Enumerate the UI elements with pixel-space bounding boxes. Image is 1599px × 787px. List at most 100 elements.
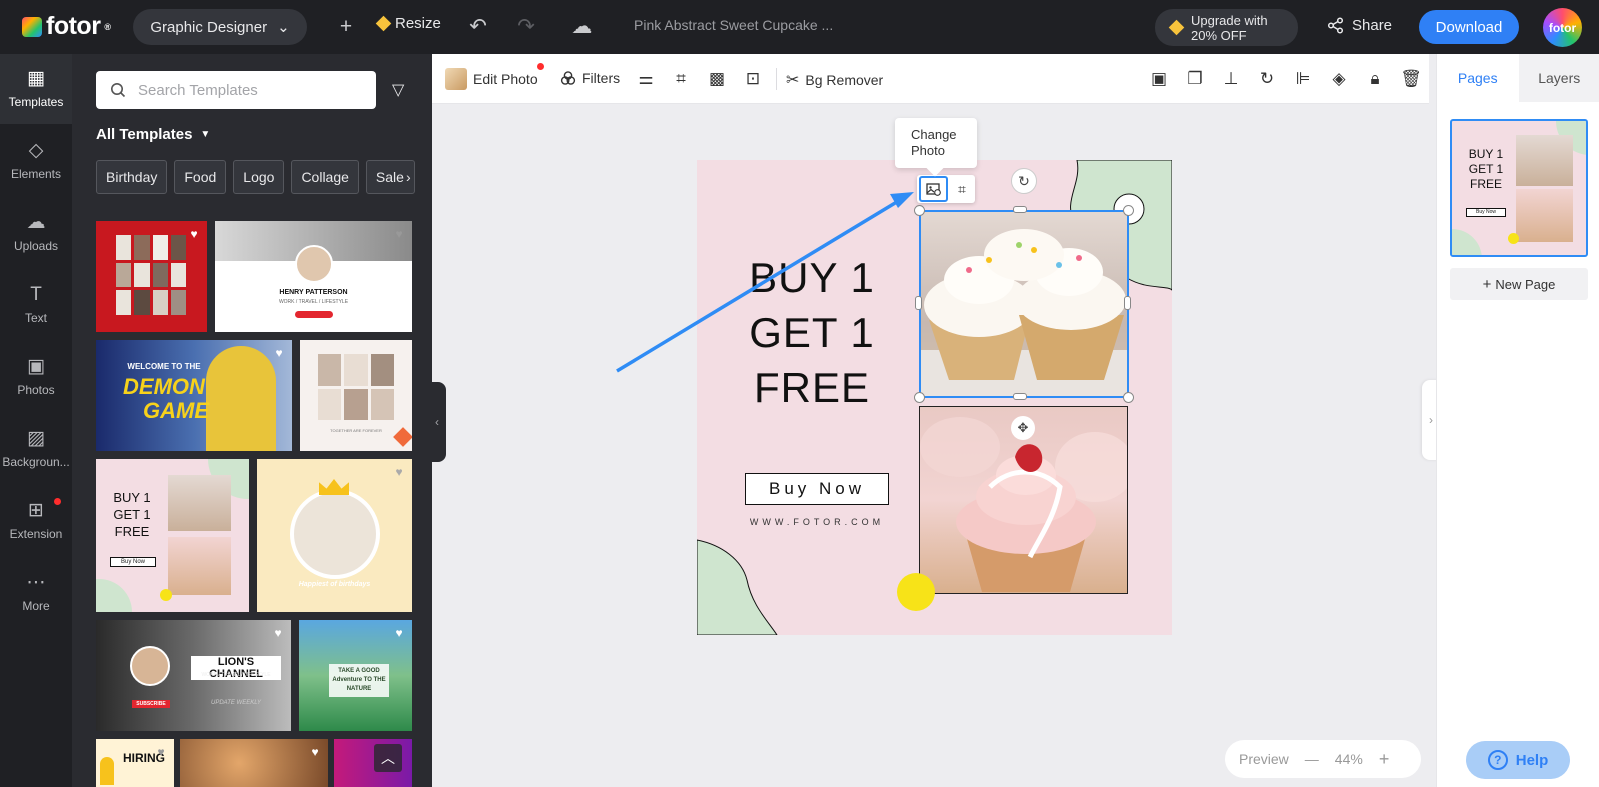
resize-handle-top-right[interactable] — [1123, 205, 1134, 216]
zoom-out-button[interactable]: — — [1305, 751, 1319, 767]
preview-button[interactable]: Preview — [1239, 751, 1289, 767]
redo-icon[interactable]: ↷ — [513, 14, 539, 40]
headline-line-3: FREE — [753, 364, 870, 411]
all-templates-dropdown[interactable]: All Templates ▼ — [96, 126, 210, 143]
template-thumb-bokeh[interactable]: ♥ — [180, 739, 328, 787]
template-thumb-demon-game[interactable]: WELCOME TO THE DEMON GAME ♥ — [96, 340, 292, 451]
diamond-icon — [375, 15, 392, 32]
upgrade-button[interactable]: Upgrade with 20% OFF — [1155, 9, 1298, 46]
designer-dropdown[interactable]: Graphic Designer ⌄ — [133, 9, 307, 45]
resize-handle-bottom[interactable] — [1013, 393, 1027, 400]
search-box[interactable]: Search Templates — [96, 71, 376, 109]
collapse-panel-button[interactable]: ‹ — [428, 382, 446, 462]
tooltip-line-1: Change — [911, 127, 957, 142]
duplicate-icon[interactable]: ❐ — [1184, 69, 1206, 89]
rail-item-elements[interactable]: ◇ Elements — [0, 126, 72, 196]
cloud-upload-icon[interactable]: ☁ — [569, 14, 595, 40]
resize-handle-top-left[interactable] — [914, 205, 925, 216]
adjust-icon[interactable]: ⚌ — [635, 69, 657, 89]
template-thumb-collage-red[interactable]: ♥ — [96, 221, 207, 332]
yellow-circle-shape[interactable] — [897, 573, 935, 611]
transparency-icon[interactable]: ▩ — [706, 69, 728, 89]
zoom-in-button[interactable]: + — [1379, 749, 1390, 770]
favorite-icon[interactable]: ♥ — [270, 625, 286, 641]
filters-button[interactable]: Filters — [560, 70, 620, 86]
share-button[interactable]: Share — [1327, 17, 1392, 34]
favorite-icon[interactable]: ♥ — [391, 625, 407, 641]
edit-photo-button[interactable]: Edit Photo — [445, 68, 538, 90]
template-thumb-nature[interactable]: TAKE A GOOD Adventure TO THE NATURE ♥ — [299, 620, 412, 731]
template-thumb-henry[interactable]: HENRY PATTERSON WORK / TRAVEL / LIFESTYL… — [215, 221, 412, 332]
rail-item-background[interactable]: ▨ Backgroun... — [0, 414, 72, 484]
chip-collage[interactable]: Collage — [291, 160, 359, 194]
scroll-top-button[interactable]: ︿ — [374, 744, 402, 772]
chip-logo[interactable]: Logo — [233, 160, 285, 194]
favorite-icon[interactable]: ♥ — [271, 345, 287, 361]
layers-icon[interactable]: ◈ — [1328, 69, 1350, 89]
rotate-handle-icon[interactable]: ↻ — [1011, 168, 1037, 194]
rail-item-more[interactable]: ⋯ More — [0, 558, 72, 628]
document-title[interactable]: Pink Abstract Sweet Cupcake ... — [634, 17, 833, 33]
rotate-icon[interactable]: ↻ — [1256, 69, 1278, 89]
caret-down-icon: ▼ — [200, 129, 211, 140]
rail-item-templates[interactable]: ▦ Templates — [0, 54, 72, 124]
headline-text[interactable]: BUY 1 GET 1 FREE — [737, 250, 887, 415]
bg-remover-button[interactable]: ✂ Bg Remover — [786, 70, 883, 90]
tab-layers[interactable]: Layers — [1518, 54, 1599, 102]
align-icon[interactable]: ⊫ — [1292, 69, 1314, 89]
thumb-photo-2 — [1516, 189, 1573, 242]
add-icon[interactable]: + — [333, 14, 359, 40]
template-thumb-cupcake[interactable]: BUY 1 GET 1 FREE Buy Now — [96, 459, 249, 612]
stamp-icon[interactable]: ⊥ — [1220, 69, 1242, 89]
template-thumb-lions-channel[interactable]: LION'S CHANNEL WORK / TRAVEL / LIFESTYLE… — [96, 620, 291, 731]
filter-icon[interactable]: ▽ — [392, 80, 404, 100]
tab-pages[interactable]: Pages — [1437, 54, 1519, 102]
toolbar-divider — [776, 68, 777, 90]
zoom-level[interactable]: 44% — [1335, 751, 1363, 767]
buy-now-box[interactable]: Buy Now — [745, 473, 889, 505]
template-thumb-hiring[interactable]: HIRING ♥ — [96, 739, 174, 787]
avatar[interactable]: fotor — [1543, 8, 1582, 47]
rail-label: Templates — [8, 95, 64, 109]
template-thumb-friends[interactable]: TOGETHER ARE FOREVER — [300, 340, 412, 451]
favorite-icon[interactable]: ♥ — [391, 464, 407, 480]
chip-food[interactable]: Food — [174, 160, 227, 194]
design-canvas[interactable]: BUY 1 GET 1 FREE Buy Now WWW.FOTOR.COM — [697, 160, 1172, 635]
template-thumb-birthday[interactable]: Happiest of birthdays ♥ — [257, 459, 412, 612]
search-input[interactable]: Search Templates — [138, 82, 258, 99]
download-button[interactable]: Download — [1419, 10, 1519, 44]
resize-handle-bottom-right[interactable] — [1123, 392, 1134, 403]
favorite-icon[interactable]: ♥ — [307, 744, 323, 760]
demon-line-2: DEMON — [123, 374, 205, 399]
change-photo-icon[interactable] — [919, 176, 948, 202]
chip-birthday[interactable]: Birthday — [96, 160, 168, 194]
image-position-icon[interactable]: ▣ — [1148, 69, 1170, 89]
new-page-button[interactable]: + New Page — [1450, 268, 1588, 300]
cupcake-photo-top[interactable] — [919, 210, 1128, 398]
replace-image-icon[interactable]: ⊡ — [742, 69, 764, 89]
resize-button[interactable]: Resize — [375, 15, 441, 32]
lock-icon[interactable]: 🔒︎ — [1364, 69, 1386, 89]
page-thumbnail[interactable]: BUY 1 GET 1 FREE Buy Now — [1450, 119, 1588, 257]
resize-handle-bottom-left[interactable] — [914, 392, 925, 403]
website-text[interactable]: WWW.FOTOR.COM — [727, 517, 907, 527]
resize-handle-top[interactable] — [1013, 206, 1027, 213]
resize-handle-left[interactable] — [915, 296, 922, 310]
rail-item-extension[interactable]: ⊞ Extension — [0, 486, 72, 556]
photo-grid — [318, 354, 394, 420]
undo-icon[interactable]: ↶ — [465, 14, 491, 40]
fotor-logo[interactable]: fotor ® — [22, 12, 111, 41]
delete-icon[interactable]: 🗑︎ — [1400, 69, 1422, 89]
rail-item-text[interactable]: T Text — [0, 270, 72, 340]
chip-sale[interactable]: Sale › — [365, 160, 415, 194]
move-handle-icon[interactable]: ✥ — [1011, 416, 1035, 440]
rail-item-uploads[interactable]: ☁ Uploads — [0, 198, 72, 268]
favorite-icon[interactable]: ♥ — [153, 744, 169, 760]
help-button[interactable]: ? Help — [1466, 741, 1570, 779]
favorite-icon[interactable]: ♥ — [391, 226, 407, 242]
rail-item-photos[interactable]: ▣ Photos — [0, 342, 72, 412]
crop-icon[interactable]: ⌗ — [670, 69, 692, 89]
resize-handle-right[interactable] — [1124, 296, 1131, 310]
favorite-icon[interactable]: ♥ — [186, 226, 202, 242]
crop-icon[interactable]: ⌗ — [951, 178, 973, 200]
